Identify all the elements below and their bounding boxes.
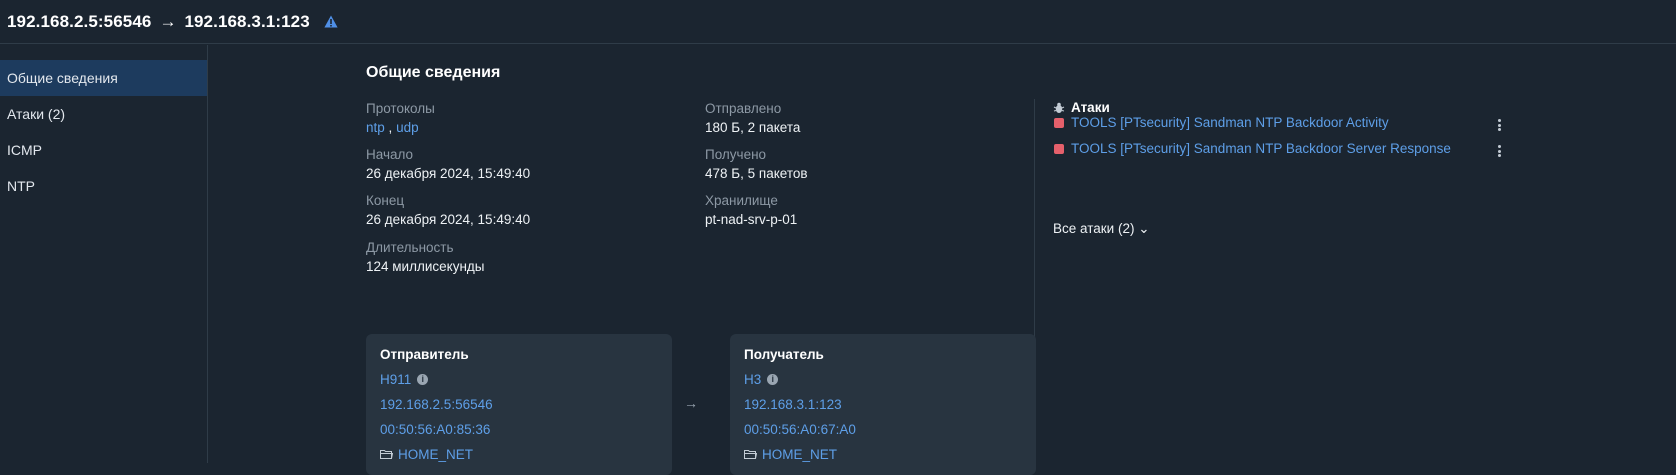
source-address: 192.168.2.5:56546	[7, 11, 152, 31]
storage-label: Хранилище	[705, 193, 778, 208]
start-field: Начало 26 декабря 2024, 15:49:40	[366, 146, 530, 182]
sidebar-item-attacks[interactable]: Атаки (2)	[0, 96, 207, 132]
end-value: 26 декабря 2024, 15:49:40	[366, 212, 531, 227]
start-value: 26 декабря 2024, 15:49:40	[366, 166, 531, 181]
all-attacks-label: Все атаки (2)	[1053, 221, 1135, 236]
attack-severity-marker	[1054, 117, 1064, 128]
protocol-link-udp[interactable]: udp	[396, 120, 419, 135]
sender-title: Отправитель	[380, 347, 469, 362]
end-field: Конец 26 декабря 2024, 15:49:40	[366, 192, 530, 228]
attack-item: TOOLS [PTsecurity] Sandman NTP Backdoor …	[1054, 115, 1389, 130]
attack-link[interactable]: TOOLS [PTsecurity] Sandman NTP Backdoor …	[1071, 141, 1451, 156]
folder-icon	[744, 450, 757, 459]
protocols-label: Протоколы	[366, 101, 435, 116]
receiver-host-link[interactable]: H3	[744, 367, 761, 392]
sent-field: Отправлено 180 Б, 2 пакета	[705, 100, 800, 136]
sender-host-link[interactable]: H911	[380, 367, 411, 392]
received-value: 478 Б, 5 пакетов	[705, 166, 808, 181]
sent-value: 180 Б, 2 пакета	[705, 120, 801, 135]
storage-link[interactable]: pt-nad-srv-p-01	[705, 211, 797, 228]
duration-label: Длительность	[366, 240, 454, 255]
duration-field: Длительность 124 миллисекунды	[366, 239, 485, 275]
folder-icon	[380, 450, 393, 459]
attacks-heading: Атаки	[1053, 100, 1110, 115]
received-label: Получено	[705, 147, 767, 162]
attacks-title: Атаки	[1071, 100, 1110, 115]
protocols-field: Протоколы ntp , udp	[366, 100, 435, 136]
warning-triangle-icon[interactable]	[324, 15, 338, 29]
start-label: Начало	[366, 147, 414, 162]
main-content: Общие сведения Протоколы ntp , udp Начал…	[208, 45, 1676, 475]
page-title: Общие сведения	[366, 64, 501, 81]
sender-mac-link[interactable]: 00:50:56:A0:85:36	[380, 417, 490, 442]
direction-arrow: →	[159, 11, 177, 31]
attack-link[interactable]: TOOLS [PTsecurity] Sandman NTP Backdoor …	[1071, 115, 1389, 130]
storage-field: Хранилище pt-nad-srv-p-01	[705, 192, 797, 228]
receiver-card: Получатель H3 i 192.168.3.1 :123 00:50:5…	[730, 334, 1036, 475]
attack-item: TOOLS [PTsecurity] Sandman NTP Backdoor …	[1054, 141, 1451, 156]
sender-network-link[interactable]: HOME_NET	[398, 442, 473, 467]
sender-port-link[interactable]: :56546	[451, 392, 492, 417]
sender-card: Отправитель H911 i 192.168.2.5 :56546 00…	[366, 334, 672, 475]
received-field: Получено 478 Б, 5 пакетов	[705, 146, 808, 182]
sidebar-item-ntp[interactable]: NTP	[0, 168, 207, 204]
flow-arrow: →	[684, 395, 698, 411]
destination-address: 192.168.3.1:123	[184, 11, 310, 31]
receiver-ip-link[interactable]: 192.168.3.1	[744, 392, 815, 417]
info-icon[interactable]: i	[767, 374, 779, 385]
attack-severity-marker	[1054, 143, 1064, 154]
info-icon[interactable]: i	[417, 374, 429, 385]
bug-icon	[1053, 102, 1065, 113]
sidebar-item-icmp[interactable]: ICMP	[0, 132, 207, 168]
receiver-network-link[interactable]: HOME_NET	[762, 442, 837, 467]
sender-ip-link[interactable]: 192.168.2.5	[380, 392, 451, 417]
duration-value: 124 миллисекунды	[366, 259, 485, 274]
receiver-port-link[interactable]: :123	[815, 392, 841, 417]
sidebar-item-overview[interactable]: Общие сведения	[0, 60, 207, 96]
attack-menu-icon[interactable]	[1498, 119, 1502, 131]
sidebar-nav: Общие сведения Атаки (2) ICMP NTP	[0, 45, 208, 463]
attack-menu-icon[interactable]	[1498, 145, 1502, 157]
protocol-link-ntp[interactable]: ntp	[366, 120, 385, 135]
end-label: Конец	[366, 193, 405, 208]
protocol-separator: ,	[388, 120, 393, 135]
sent-label: Отправлено	[705, 101, 782, 116]
connection-header: 192.168.2.5:56546 → 192.168.3.1:123	[0, 0, 1676, 44]
chevron-down-icon: ⌄	[1138, 221, 1150, 236]
all-attacks-toggle[interactable]: Все атаки (2) ⌄	[1053, 221, 1150, 237]
receiver-title: Получатель	[744, 347, 824, 362]
receiver-mac-link[interactable]: 00:50:56:A0:67:A0	[744, 417, 856, 442]
